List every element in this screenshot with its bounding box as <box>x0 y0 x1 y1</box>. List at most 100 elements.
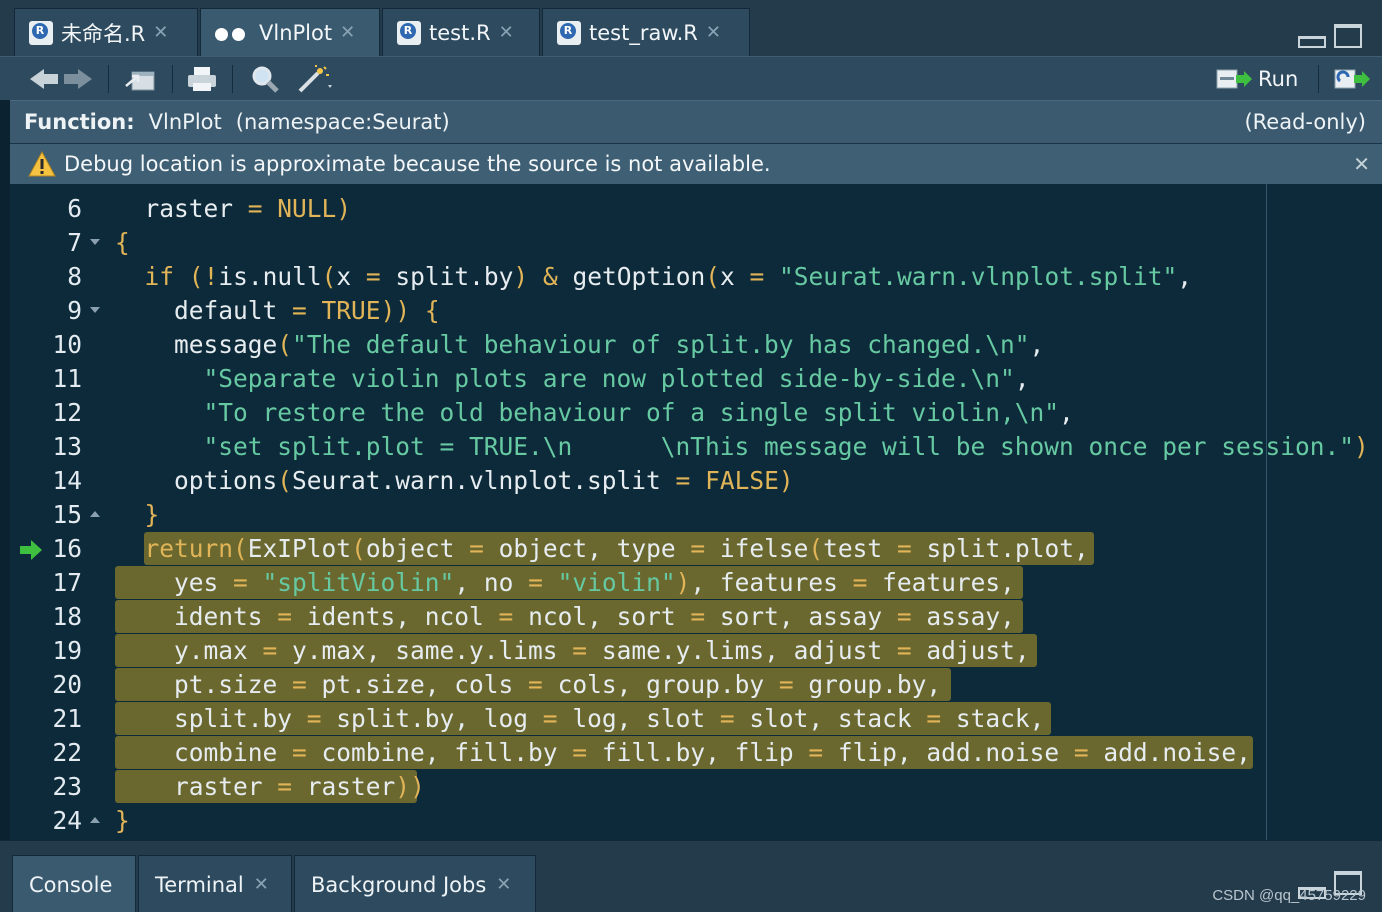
line-number[interactable]: 8 <box>67 260 82 294</box>
line-number[interactable]: 23 <box>52 770 82 804</box>
code-line[interactable]: 15 } <box>10 498 1382 532</box>
close-icon[interactable]: ✕ <box>499 22 514 43</box>
code-line[interactable]: 18 idents = idents, ncol = ncol, sort = … <box>10 600 1382 634</box>
maximize-pane-icon[interactable] <box>1334 24 1362 48</box>
r-file-icon <box>397 20 421 45</box>
line-number[interactable]: 22 <box>52 736 82 770</box>
fold-end-icon[interactable] <box>90 817 100 823</box>
fold-end-icon[interactable] <box>90 511 100 517</box>
code-text: pt.size = pt.size, cols = cols, group.by… <box>115 670 942 699</box>
function-namespace: (namespace:Seurat) <box>235 110 450 134</box>
close-icon[interactable]: ✕ <box>496 874 511 895</box>
tab-vlnplot[interactable]: VlnPlot ✕ <box>200 8 380 56</box>
code-line[interactable]: 21 split.by = split.by, log = log, slot … <box>10 702 1382 736</box>
code-line[interactable]: 14 options(Seurat.warn.vlnplot.split = F… <box>10 464 1382 498</box>
magic-wand-icon <box>298 65 332 93</box>
show-in-new-window-button[interactable] <box>124 65 156 93</box>
line-number[interactable]: 17 <box>52 566 82 600</box>
code-editor[interactable]: 6 raster = NULL) 7{8 if (!is.null(x = spl… <box>10 184 1382 840</box>
forward-button[interactable] <box>64 65 92 93</box>
line-number[interactable]: 11 <box>52 362 82 396</box>
debug-warning-message: Debug location is approximate because th… <box>64 152 771 176</box>
line-number[interactable]: 24 <box>52 804 82 838</box>
run-button[interactable]: Run <box>1216 65 1298 93</box>
magnifier-icon <box>252 66 279 93</box>
code-tools-button[interactable] <box>296 65 336 93</box>
tab-label: test.R <box>429 20 491 45</box>
line-number[interactable]: 9 <box>67 294 82 328</box>
code-line[interactable]: 22 combine = combine, fill.by = fill.by,… <box>10 736 1382 770</box>
print-button[interactable] <box>186 65 218 93</box>
code-text: "Separate violin plots are now plotted s… <box>203 364 1030 393</box>
find-button[interactable] <box>250 65 280 93</box>
watermark: CSDN @qq_45759229 <box>1212 887 1366 904</box>
line-number[interactable]: 19 <box>52 634 82 668</box>
code-line[interactable]: 6 raster = NULL) <box>10 192 1382 226</box>
code-text: combine = combine, fill.by = fill.by, fl… <box>115 738 1251 767</box>
close-icon[interactable]: ✕ <box>254 874 269 895</box>
function-info-bar: Function: VlnPlot (namespace:Seurat) (Re… <box>10 100 1382 144</box>
line-number[interactable]: 6 <box>67 192 82 226</box>
rerun-button[interactable] <box>1334 65 1372 93</box>
code-text: if (!is.null(x = split.by) & getOption(x… <box>144 262 1193 291</box>
line-number[interactable]: 21 <box>52 702 82 736</box>
tab-background-jobs[interactable]: Background Jobs ✕ <box>294 855 536 912</box>
popout-icon <box>125 71 155 91</box>
line-number[interactable]: 16 <box>52 532 82 566</box>
line-number[interactable]: 12 <box>52 396 82 430</box>
line-number[interactable]: 15 <box>52 498 82 532</box>
line-number[interactable]: 18 <box>52 600 82 634</box>
code-line[interactable]: 12 "To restore the old behaviour of a si… <box>10 396 1382 430</box>
tab-untitled-r[interactable]: 未命名.R ✕ <box>14 8 198 56</box>
line-number[interactable]: 7 <box>67 226 82 260</box>
code-line[interactable]: 16 return(ExIPlot(object = object, type … <box>10 532 1382 566</box>
code-text: message("The default behaviour of split.… <box>115 330 1045 359</box>
line-number[interactable]: 10 <box>52 328 82 362</box>
code-text: y.max = y.max, same.y.lims = same.y.lims… <box>115 636 1030 665</box>
code-line[interactable]: 17 yes = "splitViolin", no = "violin"), … <box>10 566 1382 600</box>
code-line[interactable]: 20 pt.size = pt.size, cols = cols, group… <box>10 668 1382 702</box>
tab-terminal[interactable]: Terminal ✕ <box>138 855 292 912</box>
function-label: Function: <box>24 110 135 134</box>
rerun-icon <box>1334 69 1370 89</box>
tab-test-raw-r[interactable]: test_raw.R ✕ <box>542 8 750 56</box>
source-tab-bar: 未命名.R ✕ VlnPlot ✕ test.R ✕ test_raw.R ✕ <box>0 0 1382 56</box>
close-icon[interactable]: ✕ <box>153 22 168 43</box>
code-text: return(ExIPlot(object = object, type = i… <box>144 534 1089 563</box>
tab-label: Background Jobs <box>311 872 487 897</box>
viewer-eyes-icon <box>215 25 249 41</box>
line-number[interactable]: 14 <box>52 464 82 498</box>
console-tab-bar: Console Terminal ✕ Background Jobs ✕ CSD… <box>0 840 1382 912</box>
tab-test-r[interactable]: test.R ✕ <box>382 8 540 56</box>
fold-collapse-icon[interactable] <box>90 239 100 245</box>
run-icon <box>1216 69 1252 89</box>
code-line[interactable]: 8 if (!is.null(x = split.by) & getOption… <box>10 260 1382 294</box>
tab-console[interactable]: Console <box>12 855 136 912</box>
code-line[interactable]: 19 y.max = y.max, same.y.lims = same.y.l… <box>10 634 1382 668</box>
code-line[interactable]: 7{ <box>10 226 1382 260</box>
minimize-pane-icon[interactable] <box>1298 36 1326 48</box>
code-line[interactable]: 24} <box>10 804 1382 838</box>
close-icon[interactable]: ✕ <box>1353 152 1370 176</box>
code-text: raster = raster)) <box>115 772 425 801</box>
code-text: idents = idents, ncol = ncol, sort = sor… <box>115 602 1015 631</box>
code-text: default = TRUE)) { <box>115 296 440 325</box>
code-text: raster = NULL) <box>115 194 352 223</box>
code-line[interactable]: 10 message("The default behaviour of spl… <box>10 328 1382 362</box>
r-file-icon <box>557 20 581 45</box>
close-icon[interactable]: ✕ <box>340 22 355 43</box>
code-line[interactable]: 23 raster = raster)) <box>10 770 1382 804</box>
fold-collapse-icon[interactable] <box>90 307 100 313</box>
run-label: Run <box>1258 67 1299 91</box>
close-icon[interactable]: ✕ <box>706 22 721 43</box>
code-text: "To restore the old behaviour of a singl… <box>203 398 1074 427</box>
back-button[interactable] <box>30 65 58 93</box>
function-name: VlnPlot <box>148 110 222 134</box>
line-number[interactable]: 20 <box>52 668 82 702</box>
code-text: split.by = split.by, log = log, slot = s… <box>115 704 1045 733</box>
line-number[interactable]: 13 <box>52 430 82 464</box>
tab-label: test_raw.R <box>589 20 698 45</box>
code-line[interactable]: 11 "Separate violin plots are now plotte… <box>10 362 1382 396</box>
code-line[interactable]: 9 default = TRUE)) { <box>10 294 1382 328</box>
code-line[interactable]: 13 "set split.plot = TRUE.\n \nThis mess… <box>10 430 1382 464</box>
